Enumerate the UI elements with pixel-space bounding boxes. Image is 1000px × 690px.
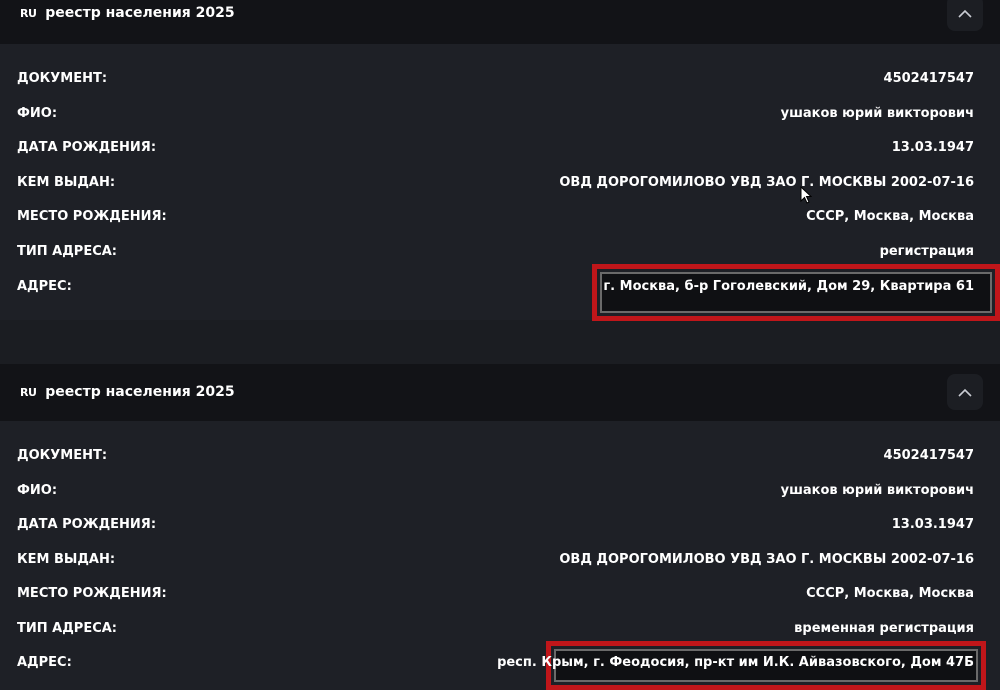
- field-label: ДОКУМЕНТ:: [17, 448, 108, 463]
- card-title-text: реестр населения 2025: [45, 5, 235, 21]
- field-row-birthdate: ДАТА РОЖДЕНИЯ: 13.03.1947: [0, 513, 1000, 537]
- field-row-birthplace: МЕСТО РОЖДЕНИЯ: СССР, Москва, Москва: [0, 205, 1000, 229]
- field-value: г. Москва, б-р Гоголевский, Дом 29, Квар…: [603, 279, 974, 294]
- field-row-address: АДРЕС: респ. Крым, г. Феодосия, пр-кт им…: [0, 651, 1000, 675]
- field-value: временная регистрация: [794, 621, 974, 636]
- field-label: ДАТА РОЖДЕНИЯ:: [17, 140, 157, 155]
- mouse-cursor-icon: [800, 186, 812, 204]
- field-label: ДАТА РОЖДЕНИЯ:: [17, 517, 157, 532]
- collapse-button[interactable]: [947, 374, 983, 410]
- card-title-text: реестр населения 2025: [45, 384, 235, 400]
- field-label: ТИП АДРЕСА:: [17, 621, 118, 636]
- field-row-fio: ФИО: ушаков юрий викторович: [0, 102, 1000, 126]
- chevron-up-icon: [958, 9, 972, 18]
- record-card-2: RU реестр населения 2025 ДОКУМЕНТ: 45024…: [0, 364, 1000, 690]
- field-label: ТИП АДРЕСА:: [17, 244, 118, 259]
- field-value: регистрация: [879, 244, 974, 259]
- field-label: АДРЕС:: [17, 655, 72, 670]
- flag-label: RU: [20, 7, 37, 20]
- field-row-birthdate: ДАТА РОЖДЕНИЯ: 13.03.1947: [0, 136, 1000, 160]
- field-value: ОВД ДОРОГОМИЛОВО УВД ЗАО Г. МОСКВЫ 2002-…: [559, 175, 974, 190]
- field-row-birthplace: МЕСТО РОЖДЕНИЯ: СССР, Москва, Москва: [0, 582, 1000, 606]
- field-label: МЕСТО РОЖДЕНИЯ:: [17, 209, 167, 224]
- field-value: респ. Крым, г. Феодосия, пр-кт им И.К. А…: [497, 655, 974, 670]
- field-value: СССР, Москва, Москва: [806, 209, 974, 224]
- field-value: 4502417547: [883, 71, 974, 86]
- field-row-issued-by: КЕМ ВЫДАН: ОВД ДОРОГОМИЛОВО УВД ЗАО Г. М…: [0, 171, 1000, 195]
- card-header: RU реестр населения 2025: [0, 364, 1000, 421]
- card-body: ДОКУМЕНТ: 4502417547 ФИО: ушаков юрий ви…: [0, 44, 1000, 321]
- card-title: RU реестр населения 2025: [20, 384, 235, 400]
- field-row-issued-by: КЕМ ВЫДАН: ОВД ДОРОГОМИЛОВО УВД ЗАО Г. М…: [0, 548, 1000, 572]
- card-body: ДОКУМЕНТ: 4502417547 ФИО: ушаков юрий ви…: [0, 421, 1000, 690]
- field-label: КЕМ ВЫДАН:: [17, 552, 116, 567]
- field-row-document: ДОКУМЕНТ: 4502417547: [0, 444, 1000, 468]
- field-value: 4502417547: [883, 448, 974, 463]
- field-label: ФИО:: [17, 106, 58, 121]
- field-label: ФИО:: [17, 483, 58, 498]
- card-header: RU реестр населения 2025: [0, 0, 1000, 44]
- field-row-address-type: ТИП АДРЕСА: регистрация: [0, 240, 1000, 264]
- field-value: 13.03.1947: [891, 517, 974, 532]
- chevron-up-icon: [958, 388, 972, 397]
- field-value: 13.03.1947: [891, 140, 974, 155]
- field-label: АДРЕС:: [17, 279, 72, 294]
- collapse-button[interactable]: [947, 0, 983, 31]
- field-row-document: ДОКУМЕНТ: 4502417547: [0, 67, 1000, 91]
- field-value: ушаков юрий викторович: [780, 106, 974, 121]
- field-value: СССР, Москва, Москва: [806, 586, 974, 601]
- flag-label: RU: [20, 386, 37, 399]
- field-row-address-type: ТИП АДРЕСА: временная регистрация: [0, 617, 1000, 641]
- card-title: RU реестр населения 2025: [20, 5, 235, 21]
- field-value: ушаков юрий викторович: [780, 483, 974, 498]
- field-row-address: АДРЕС: г. Москва, б-р Гоголевский, Дом 2…: [0, 275, 1000, 299]
- field-row-fio: ФИО: ушаков юрий викторович: [0, 479, 1000, 503]
- field-value: ОВД ДОРОГОМИЛОВО УВД ЗАО Г. МОСКВЫ 2002-…: [559, 552, 974, 567]
- field-label: МЕСТО РОЖДЕНИЯ:: [17, 586, 167, 601]
- field-label: КЕМ ВЫДАН:: [17, 175, 116, 190]
- record-card-1: RU реестр населения 2025 ДОКУМЕНТ: 45024…: [0, 0, 1000, 321]
- field-label: ДОКУМЕНТ:: [17, 71, 108, 86]
